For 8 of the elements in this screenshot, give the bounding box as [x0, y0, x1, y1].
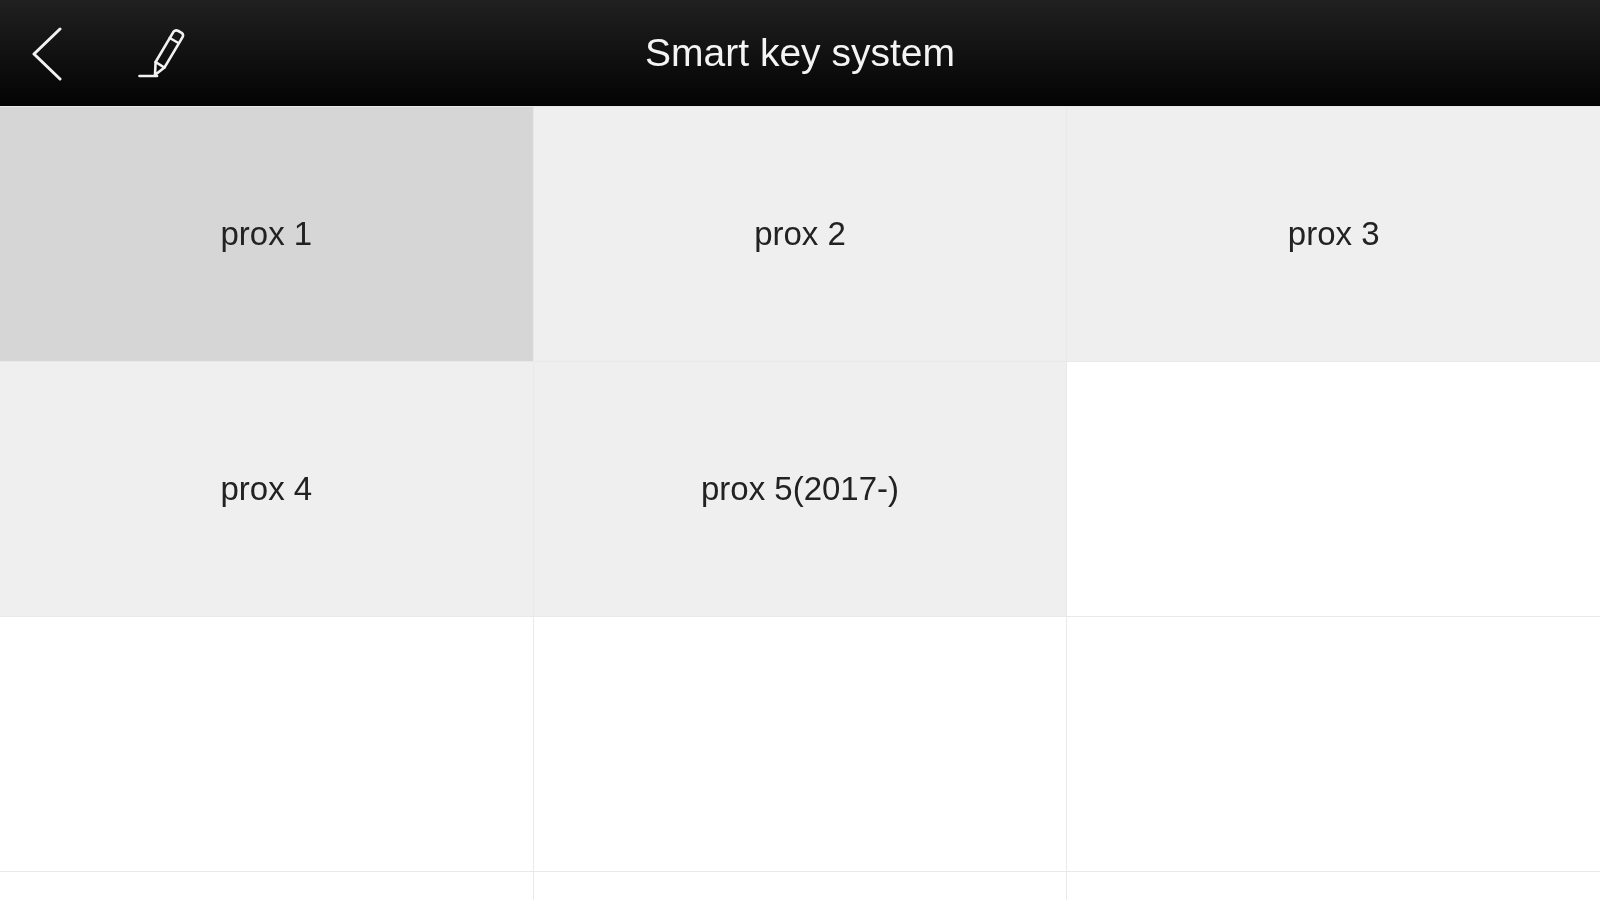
option-tile[interactable]: prox 1 — [0, 107, 533, 361]
option-tile[interactable]: prox 3 — [1067, 107, 1600, 361]
option-tile[interactable]: prox 2 — [533, 107, 1067, 361]
option-tile[interactable]: prox 5(2017-) — [533, 362, 1067, 616]
chevron-left-icon[interactable] — [31, 26, 63, 81]
pencil-icon[interactable] — [138, 29, 186, 79]
screen-title: Smart key system — [645, 31, 955, 75]
option-tile[interactable]: prox 4 — [0, 362, 533, 616]
